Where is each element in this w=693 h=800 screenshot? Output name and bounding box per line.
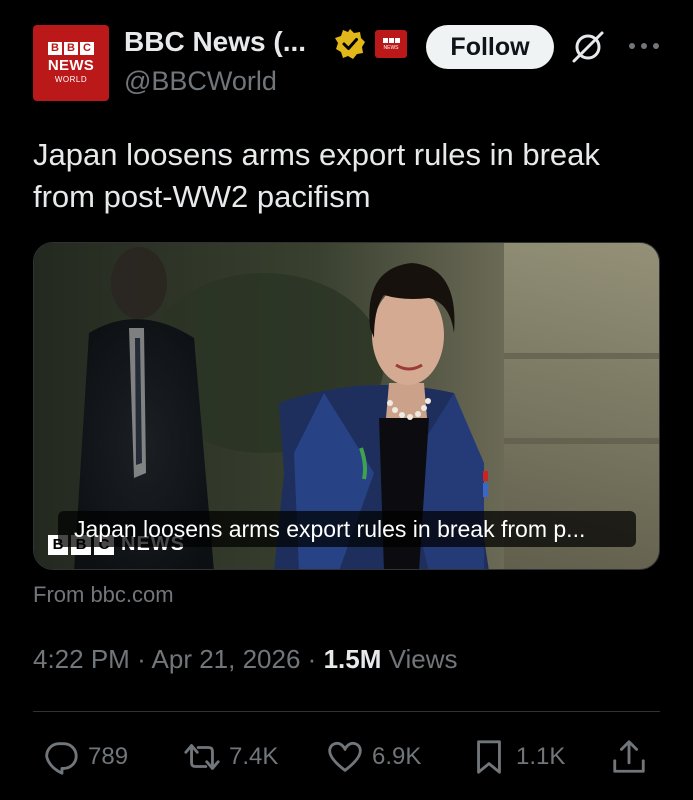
account-avatar[interactable]: B B C NEWS WORLD <box>33 25 109 101</box>
grok-icon[interactable] <box>568 27 608 67</box>
link-card[interactable]: B B C NEWS Japan loosens arms export rul… <box>33 242 660 570</box>
share-button[interactable] <box>610 737 648 777</box>
avatar-news-text: NEWS <box>47 57 95 74</box>
tweet-text: Japan loosens arms export rules in break… <box>33 137 600 214</box>
card-title[interactable]: Japan loosens arms export rules in break… <box>58 511 636 547</box>
affiliate-badge-blocks <box>382 37 400 43</box>
bbc-letter: B <box>64 42 78 55</box>
views-label: Views <box>388 644 458 674</box>
share-icon <box>613 740 645 773</box>
bbc-logo-blocks: B B C <box>48 42 94 55</box>
avatar-world-text: WORLD <box>54 75 88 84</box>
repost-button[interactable]: 7.4K <box>183 737 278 777</box>
follow-button[interactable]: Follow <box>426 25 554 69</box>
repost-count: 7.4K <box>229 743 279 770</box>
like-count: 6.9K <box>372 743 422 770</box>
card-source[interactable]: From bbc.com <box>33 582 174 608</box>
reply-count: 789 <box>88 743 129 770</box>
affiliate-badge-text: NEWS <box>383 44 399 51</box>
views-count: 1.5M <box>323 644 382 674</box>
bookmark-icon <box>477 740 501 774</box>
bookmark-button[interactable]: 1.1K <box>470 737 565 777</box>
heart-icon <box>328 741 362 772</box>
reply-icon <box>45 742 78 775</box>
bbc-letter: C <box>80 42 94 55</box>
tweet-metadata: 4:22 PM · Apr 21, 2026 · 1.5M Views <box>33 644 458 675</box>
meta-separator: · <box>137 644 146 674</box>
tweet-date[interactable]: Apr 21, 2026 <box>152 644 301 674</box>
repost-icon <box>184 744 220 770</box>
more-options-icon[interactable] <box>626 40 662 52</box>
like-button[interactable]: 6.9K <box>326 737 421 777</box>
tweet-time[interactable]: 4:22 PM <box>33 644 130 674</box>
divider <box>33 711 660 712</box>
account-display-name[interactable]: BBC News (... <box>124 26 306 58</box>
verified-badge-icon <box>335 29 365 59</box>
bbc-letter: B <box>48 42 62 55</box>
reply-button[interactable]: 789 <box>42 737 128 777</box>
affiliate-badge-icon[interactable]: NEWS <box>375 30 407 58</box>
meta-separator: · <box>307 644 317 674</box>
account-handle[interactable]: @BBCWorld <box>124 66 277 97</box>
bookmark-count: 1.1K <box>516 743 566 770</box>
